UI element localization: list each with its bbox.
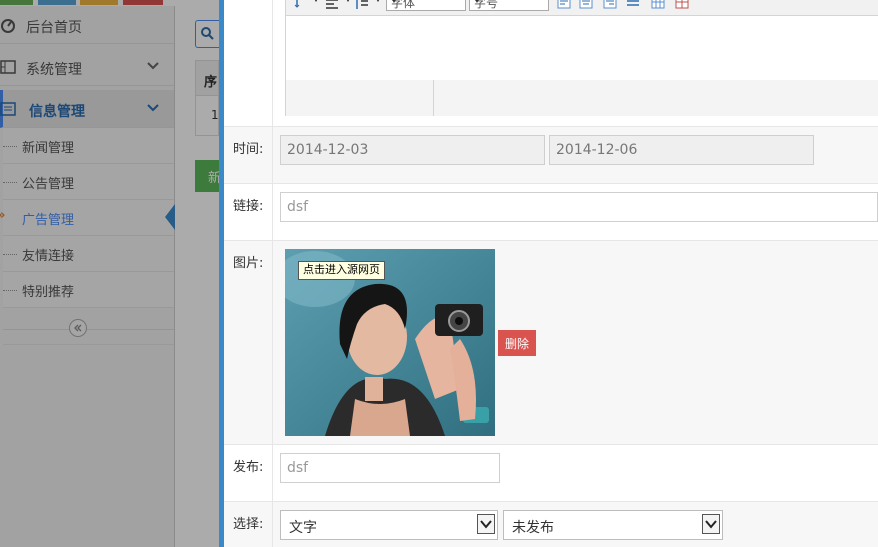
- label-column: [224, 0, 273, 126]
- sidebar-item-info[interactable]: 信息管理: [0, 90, 174, 128]
- new-button[interactable]: 新: [195, 160, 221, 192]
- collapse-sidebar-button[interactable]: [69, 319, 87, 337]
- label-column: 图片:: [224, 241, 273, 444]
- table-properties-icon[interactable]: [674, 0, 690, 11]
- form-row-content: 字体 字号: [224, 0, 878, 127]
- paragraph-spacing-icon[interactable]: [354, 0, 370, 11]
- justify-full-icon[interactable]: [625, 0, 641, 11]
- editor-status-bar: [286, 80, 878, 116]
- sidebar-subitem-news[interactable]: 新闻管理: [3, 128, 174, 164]
- status-select[interactable]: 未发布: [503, 510, 723, 540]
- sidebar-subitem-ads[interactable]: » 广告管理: [0, 200, 175, 236]
- label-column: 选择:: [224, 502, 273, 547]
- sidebar: 后台首页 系统管理 信息管理 新闻管理 公告管理 » 广告管理 友情连接: [0, 6, 175, 547]
- divider: [3, 329, 174, 330]
- dropdown-arrow[interactable]: [309, 0, 319, 11]
- sidebar-collapse-row: [3, 314, 174, 345]
- image-tooltip: 点击进入源网页: [298, 261, 385, 280]
- dashboard-icon: [1, 19, 15, 33]
- image-label: 图片:: [233, 256, 264, 271]
- label-column: 链接:: [224, 184, 273, 240]
- sidebar-subitem-label: 特别推荐: [22, 285, 75, 300]
- sidebar-item-label: 系统管理: [26, 62, 82, 78]
- justify-center-icon[interactable]: [578, 0, 594, 11]
- double-arrow-icon: »: [0, 208, 5, 223]
- table-cell-value: 1: [211, 108, 219, 122]
- tree-dash: [3, 254, 17, 255]
- status-select-value: 未发布: [512, 520, 554, 536]
- publisher-input[interactable]: [280, 453, 500, 483]
- tree-dash: [3, 146, 17, 147]
- dropdown-arrow[interactable]: [371, 0, 381, 11]
- end-date-input[interactable]: [549, 135, 814, 165]
- chevron-down-icon: [147, 62, 159, 70]
- label-column: 发布:: [224, 445, 273, 501]
- admin-background: 后台首页 系统管理 信息管理 新闻管理 公告管理 » 广告管理 友情连接: [0, 0, 221, 547]
- tree-dash: [3, 182, 17, 183]
- double-chevron-left-icon: [74, 324, 82, 332]
- font-size-select[interactable]: 字号: [469, 0, 549, 11]
- table-header-cell: 序: [195, 60, 219, 96]
- form-row-choice: 选择: 文字 未发布: [224, 502, 878, 547]
- edit-modal: 字体 字号 时间: 链接: 图片:: [219, 0, 878, 547]
- divider: [433, 80, 434, 116]
- delete-image-button[interactable]: 删除: [498, 330, 536, 356]
- editor-toolbar: 字体 字号: [286, 0, 878, 16]
- dropdown-button[interactable]: [702, 514, 720, 534]
- sidebar-subitem-featured[interactable]: 特别推荐: [3, 272, 174, 308]
- chevron-down-icon: [147, 104, 159, 112]
- link-label: 链接:: [233, 199, 264, 214]
- table-cell: 1: [195, 96, 219, 136]
- chevron-down-icon: [705, 520, 717, 529]
- form-row-publisher: 发布:: [224, 445, 878, 502]
- justify-left-icon[interactable]: [556, 0, 572, 11]
- list-icon: [0, 102, 16, 116]
- table-icon[interactable]: [650, 0, 666, 11]
- chevron-down-icon: [480, 520, 492, 529]
- time-label: 时间:: [233, 142, 264, 157]
- type-select-value: 文字: [289, 520, 317, 536]
- sidebar-item-system[interactable]: 系统管理: [0, 48, 174, 86]
- publisher-label: 发布:: [233, 460, 264, 475]
- sidebar-item-dashboard[interactable]: 后台首页: [0, 6, 174, 44]
- tree-dash: [3, 290, 17, 291]
- sidebar-subitem-label: 新闻管理: [22, 141, 75, 156]
- sidebar-subitem-label: 广告管理: [22, 213, 75, 228]
- sidebar-subitem-label: 友情连接: [22, 249, 75, 264]
- font-family-select[interactable]: 字体: [386, 0, 466, 11]
- link-input[interactable]: [280, 192, 878, 222]
- search-icon: [201, 27, 214, 40]
- sidebar-subitem-links[interactable]: 友情连接: [3, 236, 174, 272]
- sidebar-subitem-notice[interactable]: 公告管理: [3, 164, 174, 200]
- rich-text-editor[interactable]: 字体 字号: [285, 0, 878, 116]
- sidebar-item-label: 信息管理: [29, 104, 85, 120]
- form-row-image: 图片: 点击进入源网页 删除: [224, 241, 878, 445]
- align-icon[interactable]: [324, 0, 340, 11]
- dropdown-arrow[interactable]: [341, 0, 351, 11]
- line-height-icon[interactable]: [292, 0, 308, 11]
- type-select[interactable]: 文字: [280, 510, 498, 540]
- dropdown-button[interactable]: [477, 514, 495, 534]
- active-indicator: [165, 204, 175, 230]
- label-column: 时间:: [224, 127, 273, 183]
- form-row-link: 链接:: [224, 184, 878, 241]
- start-date-input[interactable]: [280, 135, 545, 165]
- film-grid-icon: [0, 60, 16, 74]
- ad-image[interactable]: 点击进入源网页: [285, 249, 495, 436]
- form-row-time: 时间:: [224, 127, 878, 184]
- sidebar-item-label: 后台首页: [26, 20, 82, 36]
- choice-label: 选择:: [233, 517, 264, 532]
- search-button[interactable]: [195, 20, 219, 48]
- table-header-label: 序: [204, 75, 218, 90]
- sidebar-subitem-label: 公告管理: [22, 177, 75, 192]
- justify-right-icon[interactable]: [602, 0, 618, 11]
